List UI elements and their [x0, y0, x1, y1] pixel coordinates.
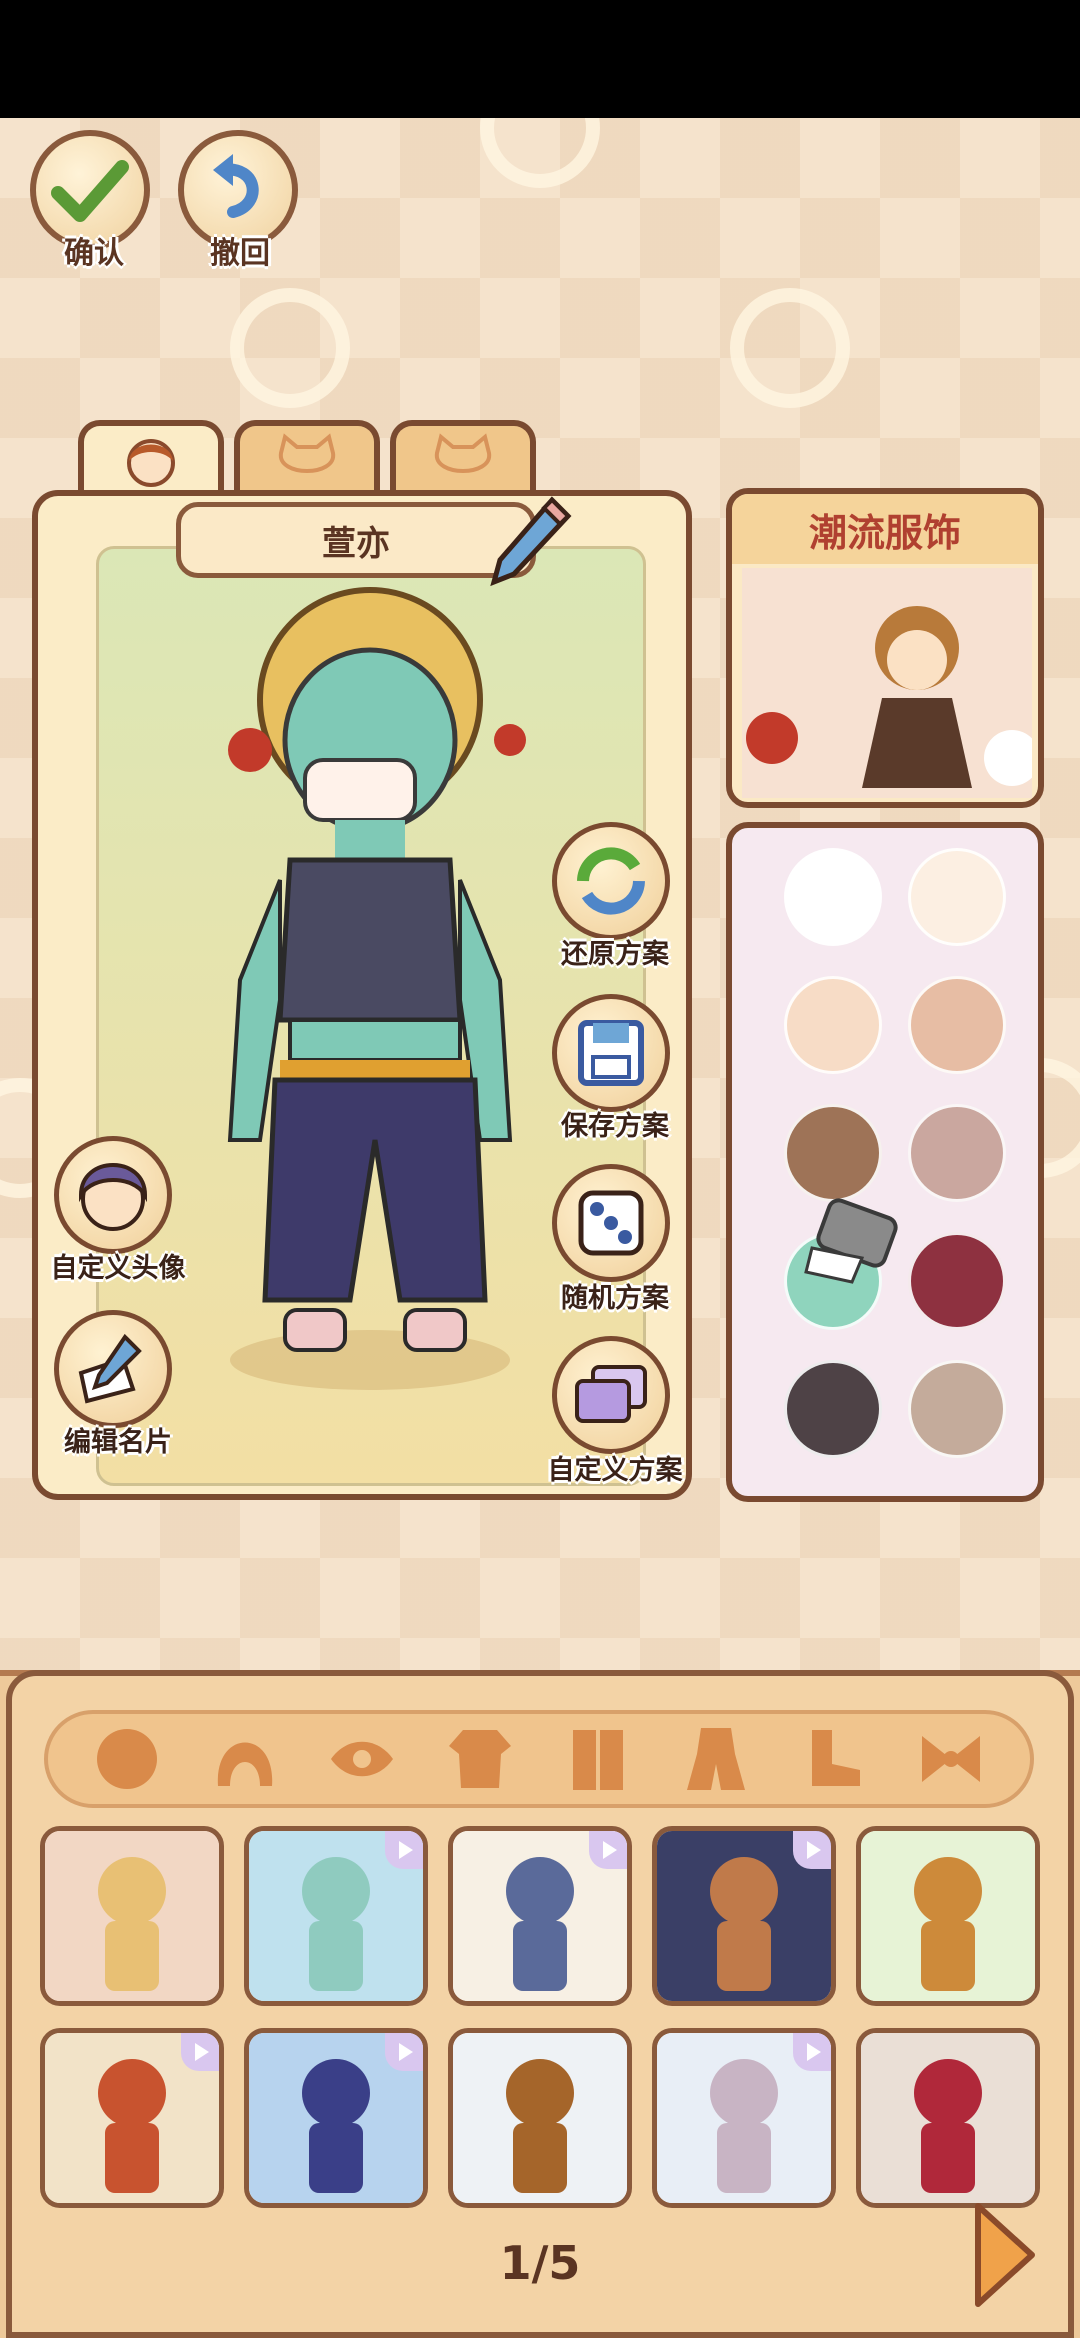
color-swatch[interactable]: [784, 1104, 882, 1202]
cat-face-icon: [278, 433, 336, 473]
random-outfit-label: 随机方案: [561, 1283, 669, 1314]
outfit-thumbnail[interactable]: [652, 1826, 836, 2006]
outfit-preview: [861, 2033, 1035, 2203]
random-outfit-button[interactable]: [552, 1164, 670, 1282]
bow-category-icon[interactable]: [911, 1719, 991, 1799]
color-palette: [726, 822, 1044, 1502]
color-swatch[interactable]: [784, 1360, 882, 1458]
custom-avatar-button[interactable]: [54, 1136, 172, 1254]
outfit-preview: [861, 1831, 1035, 2001]
tab-character[interactable]: [78, 420, 224, 496]
floppy-disk-icon: [578, 1020, 644, 1086]
shoe-category-icon[interactable]: [793, 1719, 873, 1799]
video-badge-icon: [385, 1831, 423, 1869]
outfit-thumbnail[interactable]: [652, 2028, 836, 2208]
sun-decoration-icon: [730, 288, 850, 408]
save-outfit-button[interactable]: [552, 994, 670, 1112]
color-swatch[interactable]: [908, 1104, 1006, 1202]
outfit-preview: [453, 2033, 627, 2203]
outfit-thumbnail[interactable]: [856, 2028, 1040, 2208]
custom-outfit-label: 自定义方案: [547, 1455, 683, 1486]
video-badge-icon: [793, 2033, 831, 2071]
dye-brush-icon[interactable]: [802, 1198, 912, 1288]
card-stack-icon: [575, 1365, 647, 1423]
undo-arrow-icon: [213, 154, 259, 218]
character-name-text: 萱亦: [322, 523, 390, 564]
tab-pet-1[interactable]: [234, 420, 380, 496]
outfit-thumbnail[interactable]: [244, 1826, 428, 2006]
outfit-thumbnail[interactable]: [244, 2028, 428, 2208]
category-bar: [44, 1710, 1034, 1808]
outfit-thumbnail[interactable]: [448, 1826, 632, 2006]
fashion-shop-title: 潮流服饰: [732, 494, 1038, 564]
pencil-icon[interactable]: [488, 494, 572, 590]
person-head-icon: [127, 439, 175, 487]
outfit-thumbnail[interactable]: [448, 2028, 632, 2208]
outfit-category-icon[interactable]: [676, 1719, 756, 1799]
sun-decoration-icon: [480, 118, 600, 188]
undo-label: 撤回: [210, 236, 270, 271]
video-badge-icon: [793, 1831, 831, 1869]
custom-outfit-button[interactable]: [552, 1336, 670, 1454]
video-badge-icon: [385, 2033, 423, 2071]
tab-pet-2[interactable]: [390, 420, 536, 496]
restore-outfit-button[interactable]: [552, 822, 670, 940]
status-bar: [0, 0, 1080, 118]
save-outfit-label: 保存方案: [561, 1111, 669, 1142]
checkmark-icon: [51, 160, 129, 222]
character-name: 萱亦: [176, 502, 536, 578]
outfit-thumbnail[interactable]: [856, 1826, 1040, 2006]
video-badge-icon: [589, 1831, 627, 1869]
color-swatch[interactable]: [908, 1232, 1006, 1330]
sun-decoration-icon: [230, 288, 350, 408]
dice-icon: [578, 1190, 644, 1256]
color-swatch[interactable]: [908, 976, 1006, 1074]
outfit-thumbnail[interactable]: [40, 2028, 224, 2208]
color-swatch[interactable]: [784, 848, 882, 946]
confirm-label: 确认: [64, 236, 124, 271]
cat-face-icon: [434, 433, 492, 473]
outfit-thumbnail[interactable]: [40, 1826, 224, 2006]
hair-category-icon[interactable]: [205, 1719, 285, 1799]
top-category-icon[interactable]: [440, 1719, 520, 1799]
next-page-arrow-icon[interactable]: [970, 2200, 1040, 2310]
edit-card-icon: [78, 1333, 142, 1404]
refresh-icon: [577, 847, 645, 915]
character-model[interactable]: [220, 580, 540, 1400]
color-swatch[interactable]: [784, 976, 882, 1074]
color-swatch[interactable]: [908, 848, 1006, 946]
color-swatch[interactable]: [908, 1360, 1006, 1458]
edit-card-button[interactable]: [54, 1310, 172, 1428]
video-badge-icon: [181, 2033, 219, 2071]
page-indicator: 1/5: [499, 2236, 581, 2290]
coat-category-icon[interactable]: [558, 1719, 638, 1799]
fashion-shop-banner[interactable]: 潮流服饰: [726, 488, 1044, 808]
shop-illustration: [742, 568, 1032, 798]
edit-card-label: 编辑名片: [64, 1427, 172, 1458]
eye-category-icon[interactable]: [322, 1719, 402, 1799]
face-category-icon[interactable]: [87, 1719, 167, 1799]
avatar-icon: [78, 1163, 148, 1231]
outfit-preview: [45, 1831, 219, 2001]
restore-outfit-label: 还原方案: [561, 939, 669, 970]
custom-avatar-label: 自定义头像: [50, 1253, 186, 1284]
